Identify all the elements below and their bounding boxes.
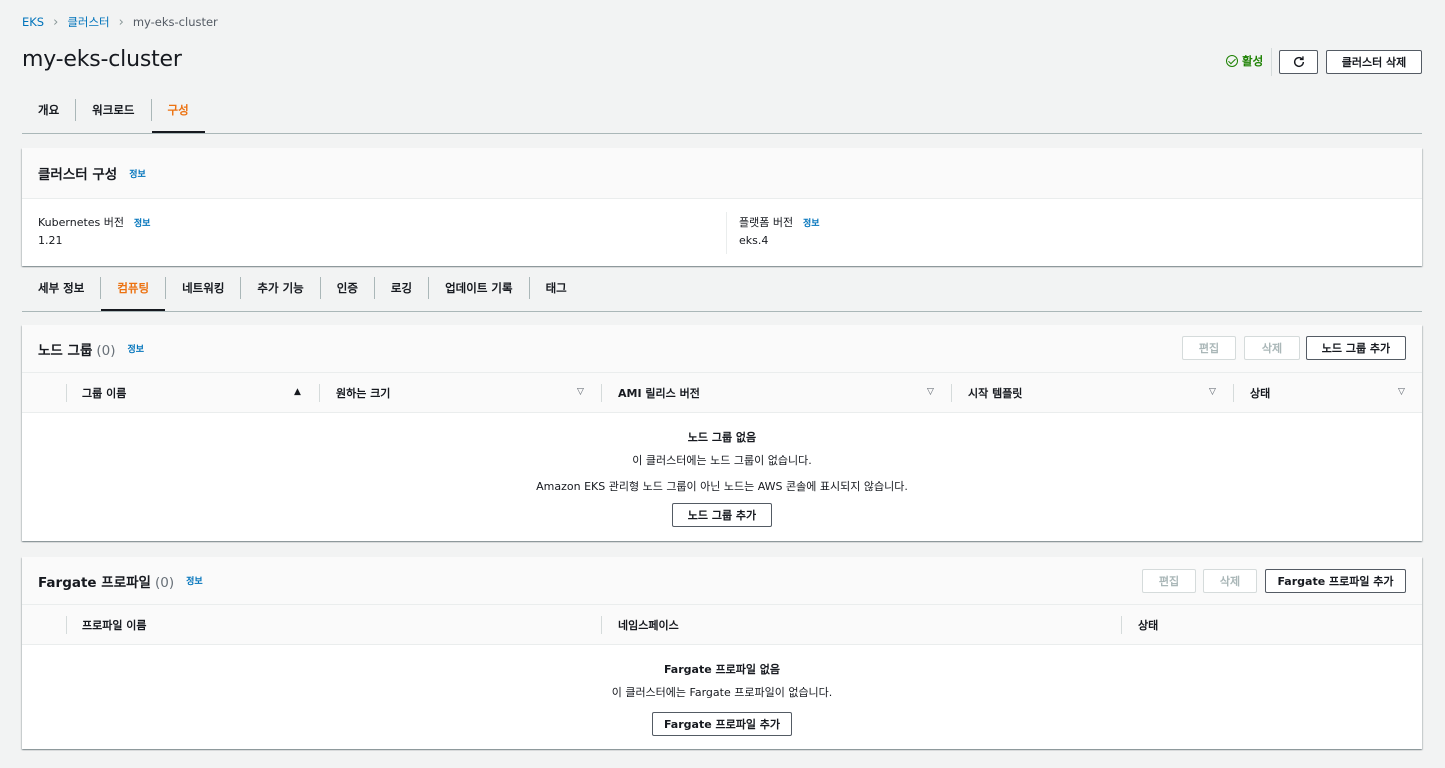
column-header-desired-size[interactable]: 원하는 크기 [336, 373, 390, 413]
fargate-empty-state: Fargate 프로파일 없음 이 클러스터에는 Fargate 프로파일이 없… [22, 661, 1422, 700]
node-groups-count: (0) [96, 342, 116, 359]
sort-icon[interactable]: ▽ [1398, 387, 1405, 397]
divider [1271, 48, 1272, 76]
tab-update-history[interactable]: 업데이트 기록 [428, 277, 528, 299]
tab-networking[interactable]: 네트워킹 [165, 277, 240, 299]
tab-authentication[interactable]: 인증 [319, 277, 374, 299]
fargate-table-header: 프로파일 이름 네임스페이스 상태 [22, 605, 1422, 645]
k8s-version-field: Kubernetes 버전 정보 [38, 214, 150, 230]
node-groups-title-text: 노드 그룹 [38, 342, 93, 359]
column-divider [1121, 616, 1122, 634]
edit-button[interactable]: 편집 [1182, 336, 1236, 360]
info-link[interactable]: 정보 [128, 342, 145, 355]
node-groups-header: 노드 그룹 (0) 정보 편집 삭제 노드 그룹 추가 [22, 325, 1422, 373]
k8s-version-label: Kubernetes 버전 [38, 216, 125, 229]
node-groups-empty-state: 노드 그룹 없음 이 클러스터에는 노드 그룹이 없습니다. Amazon EK… [22, 429, 1422, 494]
add-fargate-profile-empty-button[interactable]: Fargate 프로파일 추가 [652, 712, 792, 736]
empty-note: Amazon EKS 관리형 노드 그룹이 아닌 노드는 AWS 콘솔에 표시되… [536, 480, 908, 493]
chevron-right-icon: › [53, 14, 59, 30]
add-node-group-empty-button[interactable]: 노드 그룹 추가 [672, 503, 772, 527]
column-divider [319, 384, 320, 402]
node-groups-title: 노드 그룹 (0) [38, 339, 116, 359]
main-tabs: 개요 워크로드 구성 [22, 99, 205, 134]
fargate-title-text: Fargate 프로파일 [38, 574, 151, 591]
fargate-title: Fargate 프로파일 (0) [38, 571, 174, 591]
add-fargate-profile-button[interactable]: Fargate 프로파일 추가 [1265, 569, 1406, 593]
column-divider [951, 384, 952, 402]
node-groups-table-header: 그룹 이름 ▲ 원하는 크기 ▽ AMI 릴리스 버전 ▽ 시작 템플릿 ▽ 상… [22, 373, 1422, 413]
tab-logging[interactable]: 로깅 [373, 277, 428, 299]
breadcrumb-clusters-link[interactable]: 클러스터 [67, 14, 109, 30]
tab-underline [22, 311, 1422, 312]
edit-button[interactable]: 편집 [1142, 569, 1196, 593]
tab-workloads[interactable]: 워크로드 [75, 99, 150, 121]
column-header-profile-name[interactable]: 프로파일 이름 [82, 605, 147, 645]
sort-icon[interactable]: ▽ [1209, 387, 1216, 397]
breadcrumb: EKS › 클러스터 › my-eks-cluster [22, 14, 218, 30]
platform-version-label: 플랫폼 버전 [739, 216, 794, 229]
tab-compute[interactable]: 컴퓨팅 [100, 277, 165, 312]
empty-description: 이 클러스터에는 노드 그룹이 없습니다. [632, 454, 812, 467]
tab-overview[interactable]: 개요 [22, 99, 75, 121]
empty-title: 노드 그룹 없음 [687, 431, 757, 444]
delete-button[interactable]: 삭제 [1203, 569, 1257, 593]
check-circle-icon [1226, 55, 1238, 67]
platform-version-field: 플랫폼 버전 정보 [739, 214, 820, 230]
breadcrumb-current: my-eks-cluster [132, 15, 218, 29]
tab-addons[interactable]: 추가 기능 [240, 277, 319, 299]
fargate-profiles-panel: Fargate 프로파일 (0) 정보 편집 삭제 Fargate 프로파일 추가… [22, 557, 1422, 749]
breadcrumb-eks-link[interactable]: EKS [22, 15, 44, 29]
sort-icon[interactable]: ▽ [577, 387, 584, 397]
page-title: my-eks-cluster [22, 47, 182, 72]
k8s-version-value: 1.21 [38, 234, 63, 247]
add-node-group-button[interactable]: 노드 그룹 추가 [1306, 336, 1406, 360]
refresh-icon [1293, 56, 1304, 68]
column-divider [1233, 384, 1234, 402]
cluster-config-header: 클러스터 구성 정보 [22, 148, 1422, 199]
info-link[interactable]: 정보 [803, 219, 820, 229]
sort-icon[interactable]: ▽ [927, 387, 934, 397]
fargate-header: Fargate 프로파일 (0) 정보 편집 삭제 Fargate 프로파일 추가 [22, 557, 1422, 605]
info-link[interactable]: 정보 [134, 219, 151, 229]
tab-tags[interactable]: 태그 [528, 277, 583, 299]
tab-details[interactable]: 세부 정보 [22, 277, 100, 299]
column-header-status[interactable]: 상태 [1138, 605, 1158, 645]
info-link[interactable]: 정보 [186, 574, 203, 587]
column-divider [66, 616, 67, 634]
info-link[interactable]: 정보 [129, 167, 146, 180]
cluster-config-panel: 클러스터 구성 정보 Kubernetes 버전 정보 1.21 플랫폼 버전 … [22, 148, 1422, 266]
refresh-button[interactable] [1279, 50, 1318, 74]
platform-version-value: eks.4 [739, 234, 769, 247]
fargate-count: (0) [154, 574, 175, 591]
delete-button[interactable]: 삭제 [1244, 336, 1300, 360]
column-divider [601, 616, 602, 634]
tab-underline [22, 133, 1422, 134]
empty-description: 이 클러스터에는 Fargate 프로파일이 없습니다. [611, 686, 833, 699]
column-divider [601, 384, 602, 402]
column-header-status[interactable]: 상태 [1250, 373, 1270, 413]
cluster-config-title: 클러스터 구성 [38, 167, 118, 183]
empty-title: Fargate 프로파일 없음 [663, 663, 781, 676]
node-groups-panel: 노드 그룹 (0) 정보 편집 삭제 노드 그룹 추가 그룹 이름 ▲ 원하는 크… [22, 325, 1422, 541]
column-header-group-name[interactable]: 그룹 이름 [82, 373, 126, 413]
column-divider [66, 384, 67, 402]
column-divider [726, 212, 727, 254]
chevron-right-icon: › [118, 14, 124, 30]
column-header-launch-template[interactable]: 시작 템플릿 [968, 373, 1022, 413]
delete-cluster-button[interactable]: 클러스터 삭제 [1326, 50, 1422, 74]
tab-configuration[interactable]: 구성 [150, 99, 205, 134]
sort-ascending-icon[interactable]: ▲ [294, 387, 301, 397]
sub-tabs: 세부 정보 컴퓨팅 네트워킹 추가 기능 인증 로깅 업데이트 기록 태그 [22, 277, 583, 312]
status-badge: 활성 [1226, 53, 1263, 69]
status-text: 활성 [1242, 54, 1264, 68]
column-header-namespace[interactable]: 네임스페이스 [618, 605, 679, 645]
column-header-ami-version[interactable]: AMI 릴리스 버전 [618, 373, 700, 413]
